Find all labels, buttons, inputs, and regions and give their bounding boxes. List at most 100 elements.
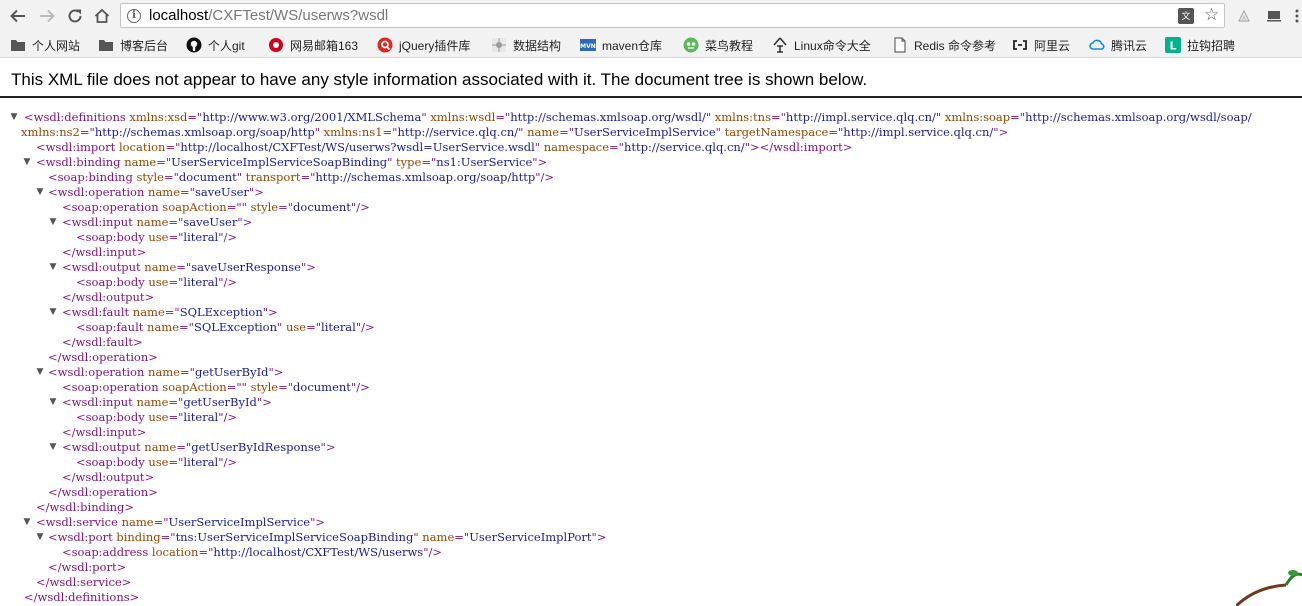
xml-tag: "> — [268, 365, 284, 379]
xml-attr-name: xmlns:ns1 — [323, 125, 383, 139]
back-button[interactable] — [7, 5, 29, 27]
xml-tag: " — [236, 170, 246, 184]
reload-button[interactable] — [64, 5, 86, 27]
xml-tag: </wsdl:definitions> — [24, 590, 140, 604]
collapse-toggle-icon[interactable]: ▼ — [48, 395, 58, 410]
xml-tag: <wsdl:definitions — [24, 110, 130, 124]
xml-tag: "> — [256, 395, 272, 409]
xml-tag: "> — [262, 305, 278, 319]
bookmark-redis-commands[interactable]: Redis 命令参考 — [892, 36, 996, 54]
xml-tag: <soap:body — [76, 410, 149, 424]
lagou-icon: L — [1165, 37, 1181, 53]
bookmark-star-icon[interactable]: ☆ — [1204, 5, 1219, 25]
xml-tag: =" — [300, 170, 316, 184]
back-arrow-icon — [10, 9, 25, 23]
extension-icon[interactable]: A — [1236, 8, 1252, 24]
bookmark-linux-commands[interactable]: Linux命令大全 — [772, 36, 871, 54]
site-info-icon[interactable]: i — [127, 9, 141, 23]
xml-attr-value: http://schemas.xmlsoap.org/soap/http — [315, 170, 536, 184]
xml-tag: =" — [770, 110, 786, 124]
bookmark-netease-mail[interactable]: 网易邮箱163 — [268, 36, 358, 54]
xml-attr-value: SQLException — [179, 305, 263, 319]
bookmark-label: 阿里云 — [1034, 38, 1071, 53]
bookmark-runoob[interactable]: 菜鸟教程 — [683, 36, 753, 54]
xml-tag: "> — [993, 125, 1009, 139]
xml-tag: " — [935, 110, 945, 124]
collapse-toggle-icon[interactable]: ▼ — [35, 185, 45, 200]
cast-icon[interactable] — [1266, 8, 1282, 24]
collapse-toggle-icon[interactable]: ▼ — [9, 110, 19, 125]
xml-tag: "/> — [218, 455, 238, 469]
collapse-toggle-icon[interactable]: ▼ — [48, 260, 58, 275]
xml-attr-name: xmlns:tns — [714, 110, 771, 124]
menu-icon[interactable] — [1294, 8, 1302, 24]
xml-attr-value: literal — [183, 230, 219, 244]
bookmark-label: 博客后台 — [120, 38, 169, 53]
bookmark-lagou[interactable]: L 拉钩招聘 — [1165, 36, 1235, 54]
xml-tag: " — [705, 110, 715, 124]
xml-tag: "/> — [218, 230, 238, 244]
collapse-toggle-icon[interactable]: ▼ — [22, 155, 32, 170]
bookmark-personal-git[interactable]: 个人git — [186, 36, 245, 54]
xml-attr-name: style — [250, 380, 279, 394]
xml-tag: "/> — [423, 545, 443, 559]
bookmark-data-structures[interactable]: 数据结构 — [491, 36, 561, 54]
xml-attr-name: targetNamespace — [724, 125, 829, 139]
collapse-toggle-icon[interactable]: ▼ — [48, 305, 58, 320]
xml-tag: =" — [454, 530, 470, 544]
address-bar[interactable]: i localhost/CXFTest/WS/userws?wsdl 文 ☆ — [120, 3, 1225, 28]
bookmark-label: 个人git — [208, 38, 245, 53]
collapse-toggle-icon[interactable]: ▼ — [48, 215, 58, 230]
collapse-toggle-icon[interactable]: ▼ — [35, 365, 45, 380]
home-icon — [94, 8, 110, 23]
xml-tag: =" — [828, 125, 844, 139]
bookmark-blog-admin[interactable]: 博客后台 — [98, 36, 168, 54]
xml-tag: "/> — [350, 200, 370, 214]
url-text[interactable]: localhost/CXFTest/WS/userws?wsdl — [149, 7, 388, 24]
forward-button[interactable] — [36, 5, 58, 27]
bookmark-jquery-plugins[interactable]: jQuery插件库 — [377, 36, 470, 54]
bookmark-personal-site[interactable]: 个人网站 — [10, 36, 80, 54]
xml-tag: </wsdl:input> — [62, 425, 147, 439]
xml-attr-name: name — [124, 155, 157, 169]
xml-line: </wsdl:fault> — [62, 335, 143, 350]
xml-tag: "/> — [350, 380, 370, 394]
xml-line: <wsdl:output name="saveUserResponse"> — [62, 260, 316, 275]
xml-attr-value: document — [293, 380, 351, 394]
xml-tag: =" — [168, 395, 184, 409]
xml-attr-name: type — [396, 155, 422, 169]
xml-line: <soap:address location="http://localhost… — [62, 545, 442, 560]
bookmark-maven-repo[interactable]: MVN maven仓库 — [580, 36, 662, 54]
translate-icon[interactable]: 文 — [1178, 8, 1194, 24]
xml-tag: </wsdl:service> — [36, 575, 132, 589]
xml-attr-value: http://schemas.xmlsoap.org/soap/http — [94, 125, 315, 139]
xml-tag: <wsdl:output — [62, 260, 145, 274]
xml-attr-name: use — [148, 230, 169, 244]
xml-tag: <wsdl:operation — [48, 185, 149, 199]
collapse-toggle-icon[interactable]: ▼ — [22, 515, 32, 530]
xml-tag: =" — [168, 275, 184, 289]
xml-tag: <soap:body — [76, 455, 149, 469]
xml-tag: <wsdl:import — [36, 140, 119, 154]
collapse-toggle-icon[interactable]: ▼ — [35, 530, 45, 545]
xml-tag: "/> — [355, 320, 375, 334]
xml-line: </wsdl:input> — [62, 425, 146, 440]
collapse-toggle-icon[interactable]: ▼ — [48, 440, 58, 455]
xml-line: </wsdl:operation> — [48, 485, 158, 500]
xml-tag: =" — [306, 320, 322, 334]
xml-tag: " — [277, 320, 286, 334]
xml-line: <soap:binding style="document" transport… — [48, 170, 554, 185]
home-button[interactable] — [91, 5, 113, 27]
xml-tag: </wsdl:operation> — [48, 485, 158, 499]
xml-attr-name: xmlns:wsdl — [430, 110, 496, 124]
reload-icon — [68, 9, 82, 23]
folder-icon — [99, 40, 113, 51]
xml-tag: =" — [1010, 110, 1026, 124]
xml-tag: </wsdl:binding> — [36, 500, 135, 514]
bookmark-aliyun[interactable]: 阿里云 — [1012, 36, 1070, 54]
xml-line: <wsdl:operation name="getUserById"> — [48, 365, 283, 380]
bookmark-tencent-cloud[interactable]: 腾讯云 — [1089, 36, 1147, 54]
xml-tag: =" — [164, 305, 180, 319]
xml-attr-value: literal — [321, 320, 356, 334]
xml-attr-value: UserServiceImplServiceSoapBinding — [171, 155, 388, 169]
